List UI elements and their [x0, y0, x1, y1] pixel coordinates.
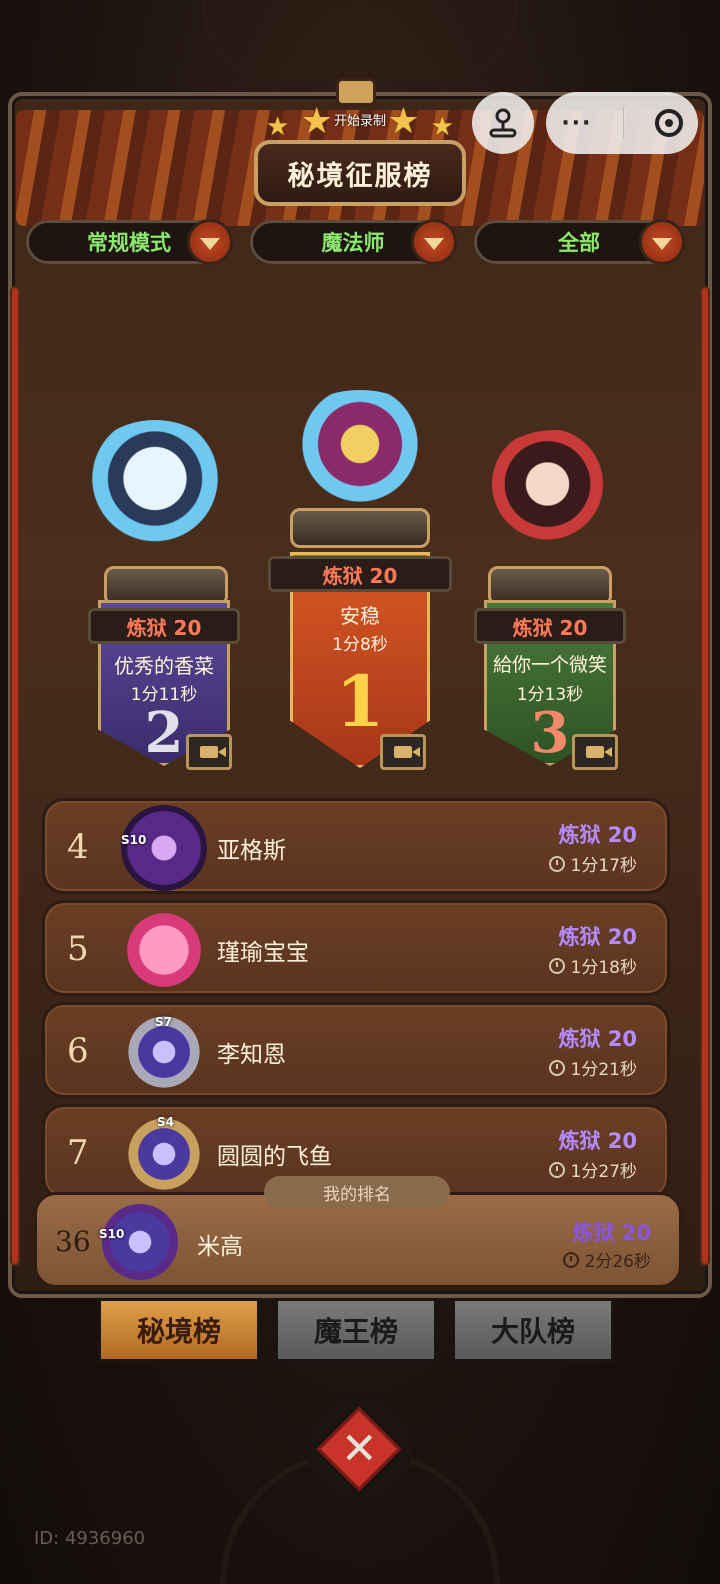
podium-name-rank1: 安稳 [340, 604, 380, 628]
my-rank-tag: 我的排名 [264, 1176, 450, 1208]
video-camera-icon [200, 746, 226, 758]
row-rank: 5 [67, 929, 89, 969]
player-avatar[interactable] [121, 805, 207, 891]
scope-filter-dropdown[interactable]: 全部 [474, 219, 685, 265]
player-level: 炼狱 20 [558, 1129, 637, 1153]
joystick-icon [489, 108, 517, 138]
podium-name-rank2: 优秀的香菜 [114, 654, 214, 678]
player-name: 瑾瑜宝宝 [217, 940, 309, 966]
tab-secret-realm[interactable]: 秘境榜 [98, 1298, 260, 1362]
row-rank: 4 [67, 827, 89, 867]
player-time: 1分21秒 [548, 1055, 637, 1080]
page-title-text: 秘境征服榜 [287, 160, 433, 192]
player-time-text: 1分27秒 [570, 1162, 637, 1182]
class-filter-dropdown[interactable]: 魔法师 [250, 219, 457, 265]
star-icon: ★ [430, 112, 454, 142]
my-avatar[interactable] [97, 1199, 183, 1285]
player-level: 炼狱 20 [558, 823, 637, 847]
frame-rail [700, 286, 710, 1266]
replay-video-button[interactable] [186, 734, 232, 770]
ranking-row[interactable]: 6 S7 李知恩 炼狱 20 1分21秒 [42, 1002, 670, 1098]
player-name: 李知恩 [217, 1042, 286, 1068]
my-time: 2分26秒 [562, 1247, 651, 1272]
capsule-menu: ··· [546, 92, 698, 154]
clock-icon [548, 1059, 565, 1076]
player-time-text: 1分18秒 [570, 958, 637, 978]
season-badge: S7 [155, 1015, 172, 1029]
podium-rank-number: 1 [335, 660, 385, 743]
player-time: 1分18秒 [548, 953, 637, 978]
clock-icon [548, 1161, 565, 1178]
class-filter-label: 魔法师 [321, 231, 385, 255]
player-avatar-rank1[interactable] [280, 390, 440, 510]
star-icon: ★ [266, 112, 290, 142]
podium-level-rank2: 炼狱 20 [88, 608, 240, 644]
row-rank: 6 [67, 1031, 89, 1071]
podium-level-rank3: 炼狱 20 [474, 608, 626, 644]
tab-team[interactable]: 大队榜 [452, 1298, 614, 1362]
video-camera-icon [586, 746, 612, 758]
ranking-row[interactable]: 4 S10 亚格斯 炼狱 20 1分17秒 [42, 798, 670, 894]
clock-icon [548, 957, 565, 974]
frame-rail [10, 286, 20, 1266]
player-level: 炼狱 20 [558, 1027, 637, 1051]
podium-name-rank3: 給你一个微笑 [492, 654, 607, 676]
player-name: 亚格斯 [217, 838, 286, 864]
clock-icon [548, 855, 565, 872]
row-rank: 7 [67, 1133, 89, 1173]
mode-filter-label: 常规模式 [87, 231, 171, 255]
record-button[interactable]: 开始录制 [316, 110, 404, 129]
podium-cap [290, 508, 430, 548]
chevron-down-icon[interactable] [639, 219, 685, 265]
player-time-text: 1分21秒 [570, 1060, 637, 1080]
replay-video-button[interactable] [380, 734, 426, 770]
chevron-down-icon[interactable] [411, 219, 457, 265]
player-avatar-rank3[interactable] [480, 430, 630, 550]
player-avatar[interactable] [121, 907, 207, 993]
player-avatar-rank2[interactable] [80, 420, 230, 550]
user-id: ID: 4936960 [34, 1528, 146, 1549]
season-badge: S4 [157, 1115, 174, 1129]
podium-time-rank1: 1分8秒 [332, 635, 388, 655]
player-time-text: 1分17秒 [570, 856, 637, 876]
my-time-text: 2分26秒 [584, 1252, 651, 1272]
ranking-row[interactable]: 5 瑾瑜宝宝 炼狱 20 1分18秒 [42, 900, 670, 996]
player-name: 圆圆的飞鱼 [217, 1144, 332, 1170]
tab-demon-king[interactable]: 魔王榜 [275, 1298, 437, 1362]
close-glyph: ✕ [340, 1423, 378, 1474]
background-ornament [200, 0, 520, 90]
close-button[interactable]: ✕ [306, 1396, 412, 1502]
player-time: 1分27秒 [548, 1157, 637, 1182]
scope-filter-label: 全部 [558, 231, 600, 255]
chevron-down-icon[interactable] [187, 219, 233, 265]
my-level: 炼狱 20 [572, 1221, 651, 1245]
player-level: 炼狱 20 [558, 925, 637, 949]
video-camera-icon [394, 746, 420, 758]
more-button[interactable]: ··· [561, 111, 592, 136]
close-miniprogram-button[interactable] [654, 109, 683, 137]
my-name: 米高 [197, 1234, 243, 1260]
joystick-button[interactable] [472, 92, 534, 154]
podium-level-rank1: 炼狱 20 [268, 556, 452, 592]
record-icon[interactable] [336, 78, 376, 106]
mode-filter-dropdown[interactable]: 常规模式 [26, 219, 233, 265]
player-time: 1分17秒 [548, 851, 637, 876]
replay-video-button[interactable] [572, 734, 618, 770]
capsule-divider [623, 108, 625, 138]
season-badge: S10 [121, 833, 147, 847]
page-title: 秘境征服榜 [254, 140, 466, 206]
clock-icon [562, 1251, 579, 1268]
close-icon: ✕ [316, 1406, 402, 1492]
season-badge: S10 [99, 1227, 125, 1241]
my-rank-number: 36 [55, 1225, 91, 1258]
